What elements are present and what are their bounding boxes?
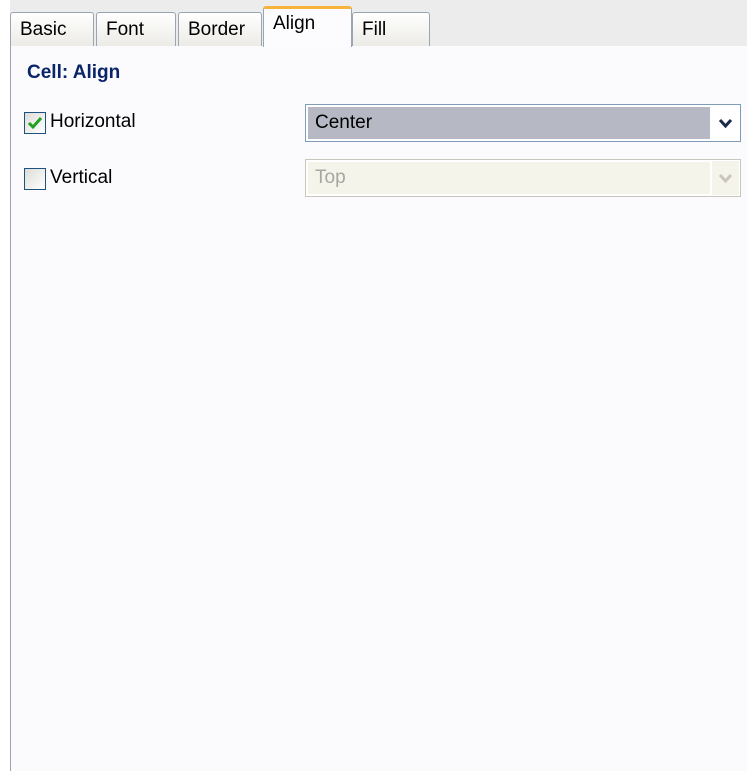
horizontal-label: Horizontal xyxy=(50,111,136,132)
tab-fill[interactable]: Fill xyxy=(352,12,430,46)
align-panel: Cell: Align Horizontal Center Vertical T… xyxy=(10,46,747,771)
horizontal-checkbox[interactable] xyxy=(24,112,46,134)
tab-border[interactable]: Border xyxy=(178,12,262,46)
vertical-checkbox-row[interactable]: Vertical xyxy=(24,164,284,194)
tab-strip: Basic Font Border Align Fill xyxy=(10,0,747,47)
vertical-select-value: Top xyxy=(308,162,710,194)
horizontal-checkbox-row[interactable]: Horizontal xyxy=(24,108,284,138)
chevron-down-icon[interactable] xyxy=(712,106,739,140)
horizontal-select-value: Center xyxy=(308,107,710,139)
tab-font[interactable]: Font xyxy=(96,12,176,46)
vertical-checkbox[interactable] xyxy=(24,168,46,190)
tab-align[interactable]: Align xyxy=(263,6,352,47)
panel-title: Cell: Align xyxy=(27,62,121,83)
chevron-down-icon xyxy=(712,161,739,195)
tab-basic[interactable]: Basic xyxy=(10,12,94,46)
vertical-select: Top xyxy=(305,159,741,197)
horizontal-select[interactable]: Center xyxy=(305,104,741,142)
check-icon xyxy=(27,117,43,130)
vertical-label: Vertical xyxy=(50,167,113,188)
format-cell-dialog: Basic Font Border Align Fill Cell: Align… xyxy=(0,0,747,771)
